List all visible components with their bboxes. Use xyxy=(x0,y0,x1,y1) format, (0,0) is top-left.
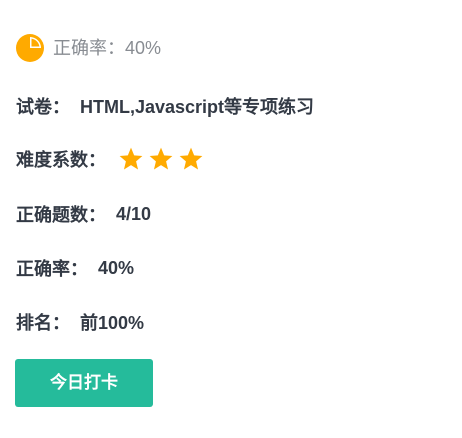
accuracy-row: 正确率： 40% xyxy=(16,254,134,282)
pie-chart-icon xyxy=(16,34,44,62)
difficulty-row: 难度系数： xyxy=(16,145,208,173)
difficulty-label: 难度系数： xyxy=(16,150,106,170)
rank-value: 前100% xyxy=(80,313,145,333)
daily-checkin-button[interactable]: 今日打卡 xyxy=(15,359,153,407)
rank-row: 排名： 前100% xyxy=(16,308,144,336)
correct-count-row: 正确题数： 4/10 xyxy=(16,200,151,228)
rank-label: 排名： xyxy=(16,313,70,333)
star-icon xyxy=(179,147,203,170)
correct-count-label: 正确题数： xyxy=(16,205,106,225)
paper-label: 试卷： xyxy=(16,97,70,117)
correct-count-value: 4/10 xyxy=(116,203,152,224)
header-accuracy-text: 正确率：40% xyxy=(53,38,162,58)
accuracy-header: 正确率：40% xyxy=(15,32,161,64)
star-icon xyxy=(149,147,173,170)
accuracy-value: 40% xyxy=(98,257,135,278)
difficulty-stars xyxy=(118,146,208,172)
star-icon xyxy=(119,147,143,170)
accuracy-label: 正确率： xyxy=(16,259,88,279)
paper-row: 试卷： HTML,Javascript等专项练习 xyxy=(16,92,314,120)
paper-value: HTML,Javascript等专项练习 xyxy=(80,97,315,117)
